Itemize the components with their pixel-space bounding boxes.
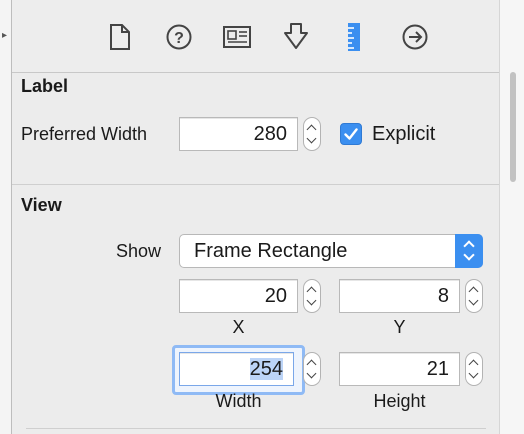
width-field-selected-text: 254: [249, 358, 283, 380]
ruler-icon[interactable]: [339, 22, 369, 52]
show-popup-value: Frame Rectangle: [194, 240, 348, 262]
popup-arrows-icon[interactable]: [455, 234, 483, 268]
checkmark-icon: [344, 128, 358, 140]
help-icon[interactable]: ?: [164, 22, 194, 52]
show-label: Show: [116, 241, 162, 261]
preferred-width-stepper[interactable]: [303, 117, 321, 151]
width-stepper[interactable]: [303, 352, 321, 386]
preferred-width-label: Preferred Width: [21, 124, 148, 144]
x-caption: X: [232, 317, 245, 337]
scrollbar-thumb[interactable]: [510, 72, 516, 182]
width-caption: Width: [215, 391, 262, 411]
preferred-width-field[interactable]: 280: [179, 117, 298, 151]
show-popup[interactable]: Frame Rectangle: [179, 234, 483, 268]
section-divider: [12, 184, 499, 185]
inspector-toolbar: ?: [12, 0, 499, 73]
view-section-title: View: [21, 195, 62, 215]
explicit-label: Explicit: [372, 123, 436, 145]
height-stepper[interactable]: [465, 352, 483, 386]
y-field[interactable]: 8: [339, 279, 460, 313]
bottom-divider: [26, 428, 486, 429]
left-panel-edge: ▸: [0, 0, 12, 434]
label-section-title: Label: [21, 76, 69, 96]
x-field[interactable]: 20: [179, 279, 298, 313]
explicit-checkbox[interactable]: [340, 123, 362, 145]
height-caption: Height: [373, 391, 426, 411]
vertical-scrollbar[interactable]: [499, 0, 524, 434]
svg-text:?: ?: [174, 30, 184, 47]
connections-icon[interactable]: [400, 22, 430, 52]
y-stepper[interactable]: [465, 279, 483, 313]
x-stepper[interactable]: [303, 279, 321, 313]
identity-icon[interactable]: [222, 22, 252, 52]
file-icon[interactable]: [105, 22, 135, 52]
attributes-icon[interactable]: [281, 22, 311, 52]
width-field[interactable]: 254: [179, 352, 294, 386]
panel-edge-arrow-icon: ▸: [2, 30, 8, 41]
height-field[interactable]: 21: [339, 352, 460, 386]
y-caption: Y: [393, 317, 406, 337]
